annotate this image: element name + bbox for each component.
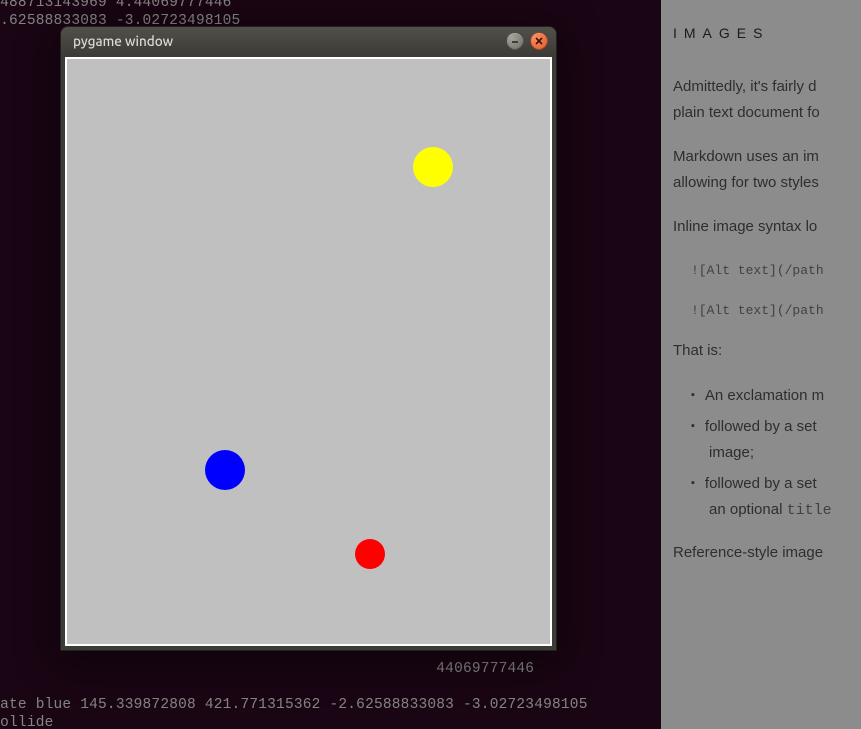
minimize-button[interactable] [506, 32, 524, 50]
red-ball [355, 539, 385, 569]
browser-heading: IMAGES [673, 20, 861, 46]
browser-text: Inline image syntax lo [673, 214, 861, 240]
game-canvas[interactable] [67, 59, 550, 644]
list-item: An exclamation m [691, 382, 861, 409]
code-sample: ![Alt text](/path [691, 298, 861, 324]
yellow-ball [413, 147, 453, 187]
pygame-window[interactable]: pygame window [60, 26, 557, 651]
browser-text: Markdown uses an imallowing for two styl… [673, 144, 861, 196]
window-titlebar[interactable]: pygame window [61, 27, 556, 55]
browser-panel: IMAGES Admittedly, it's fairly dplain te… [661, 0, 861, 729]
browser-text: That is: [673, 338, 861, 364]
canvas-frame [65, 57, 552, 646]
window-title: pygame window [73, 33, 500, 49]
close-button[interactable] [530, 32, 548, 50]
blue-ball [205, 450, 245, 490]
list-item: followed by a set image; [691, 413, 861, 466]
browser-text: Admittedly, it's fairly dplain text docu… [673, 74, 861, 126]
browser-text: Reference-style image [673, 540, 861, 566]
code-sample: ![Alt text](/path [691, 258, 861, 284]
browser-list: An exclamation m followed by a set image… [691, 382, 861, 524]
close-icon [534, 36, 544, 46]
list-item: followed by a set an optional title [691, 470, 861, 524]
minimize-icon [510, 36, 520, 46]
